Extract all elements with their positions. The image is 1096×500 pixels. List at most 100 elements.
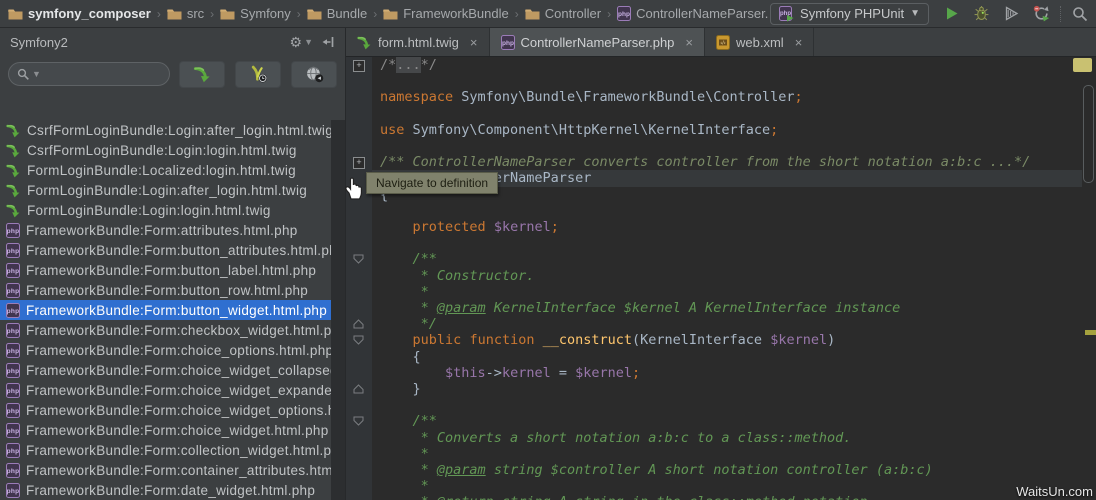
code-token: * Constructor. <box>380 268 534 284</box>
breadcrumb-item[interactable]: Controller <box>525 6 601 21</box>
code-token: */ <box>421 57 437 73</box>
routes-filter-button[interactable] <box>291 61 337 88</box>
code-token: (KernelInterface <box>632 332 770 348</box>
warning-stripe-mark[interactable] <box>1085 330 1096 335</box>
code-line: protected $kernel; <box>372 219 1082 236</box>
controllers-filter-button[interactable] <box>235 61 281 88</box>
fold-down-icon[interactable] <box>353 254 364 264</box>
run-button[interactable] <box>943 5 960 22</box>
code-token: $this <box>445 365 486 381</box>
list-item[interactable]: CsrfFormLoginBundle:Login:login.html.twi… <box>0 140 332 160</box>
list-item[interactable]: phpFrameworkBundle:Form:button_attribute… <box>0 240 332 260</box>
globe-icon <box>305 65 324 83</box>
inspections-indicator[interactable] <box>1073 58 1092 72</box>
list-item[interactable]: phpFrameworkBundle:Form:collection_widge… <box>0 440 332 460</box>
svg-text:php: php <box>7 228 20 235</box>
php-file-icon: php <box>6 223 20 238</box>
play-icon <box>944 6 959 21</box>
list-item[interactable]: phpFrameworkBundle:Form:checkbox_widget.… <box>0 320 332 340</box>
file-label: CsrfFormLoginBundle:Login:after_login.ht… <box>27 123 332 138</box>
search-everywhere-button[interactable] <box>1071 5 1088 22</box>
editor-scrollbar[interactable] <box>1083 85 1094 183</box>
list-item[interactable]: FormLoginBundle:Localized:login.html.twi… <box>0 160 332 180</box>
close-icon[interactable]: × <box>685 35 693 50</box>
svg-text:php: php <box>7 308 20 315</box>
tab-web-xml[interactable]: ‹/›web.xml× <box>705 28 814 56</box>
breadcrumb: symfony_composer›src›Symfony›Bundle›Fram… <box>8 6 768 21</box>
file-label: FormLoginBundle:Localized:login.html.twi… <box>27 163 296 178</box>
close-icon[interactable]: × <box>470 35 478 50</box>
toolbar-run-actions <box>943 5 1050 22</box>
breadcrumb-item[interactable]: Symfony <box>220 6 291 21</box>
code-token: namespace <box>380 89 453 105</box>
file-label: FrameworkBundle:Form:button_widget.html.… <box>26 303 327 318</box>
code-token: * <box>380 284 429 300</box>
list-item[interactable]: phpFrameworkBundle:Form:choice_widget_co… <box>0 360 332 380</box>
code-token: $kernel <box>770 332 827 348</box>
breadcrumb-item[interactable]: phpControllerNameParser. <box>617 6 768 21</box>
breadcrumb-item[interactable]: Bundle <box>307 6 367 21</box>
breadcrumb-item[interactable]: src <box>167 6 204 21</box>
code-token <box>380 365 445 381</box>
svg-text:php: php <box>7 268 20 275</box>
hide-panel-button[interactable] <box>321 35 335 49</box>
folder-icon <box>220 7 235 20</box>
profile-button[interactable] <box>1033 5 1050 22</box>
code-token: * <box>380 300 437 316</box>
code-token: Symfony\Component\HttpKernel\KernelInter… <box>404 122 770 138</box>
list-item[interactable]: phpFrameworkBundle:Form:choice_widget_ex… <box>0 380 332 400</box>
code-token: ; <box>632 365 640 381</box>
list-item[interactable]: phpFrameworkBundle:Form:button_label.htm… <box>0 260 332 280</box>
code-line <box>372 235 1082 252</box>
tab-controllernameparser-php[interactable]: phpControllerNameParser.php× <box>490 28 706 56</box>
gear-icon[interactable]: ⚙ <box>290 34 303 51</box>
list-item[interactable]: FormLoginBundle:Login:login.html.twig <box>0 200 332 220</box>
fold-down-icon[interactable] <box>353 335 364 345</box>
php-file-icon: php <box>6 343 20 358</box>
svg-text:php: php <box>7 368 20 375</box>
php-file-icon: php <box>6 363 20 378</box>
close-icon[interactable]: × <box>795 35 803 50</box>
list-item[interactable]: phpFrameworkBundle:Form:choice_widget.ht… <box>0 420 332 440</box>
twig-icon <box>6 183 21 198</box>
list-item[interactable]: FormLoginBundle:Login:after_login.html.t… <box>0 180 332 200</box>
list-item[interactable]: phpFrameworkBundle:Form:container_attrib… <box>0 460 332 480</box>
symfony2-tool-window: Symfony2 ⚙ ▼ ▼ CsrfFormLoginBundle:Login… <box>0 28 346 500</box>
run-with-coverage-button[interactable] <box>1003 5 1020 22</box>
tab-form-html-twig[interactable]: form.html.twig× <box>346 28 490 56</box>
editor[interactable]: ++ /*...*/namespace Symfony\Bundle\Frame… <box>346 57 1096 500</box>
breadcrumb-label: FrameworkBundle <box>403 6 509 21</box>
php-file-icon: php <box>6 263 20 278</box>
svg-text:php: php <box>618 11 630 18</box>
fold-down-icon[interactable] <box>353 416 364 426</box>
list-item[interactable]: phpFrameworkBundle:Form:button_row.html.… <box>0 280 332 300</box>
fold-expand-icon[interactable]: + <box>353 60 365 72</box>
file-label: FormLoginBundle:Login:after_login.html.t… <box>27 183 307 198</box>
code-token: $kernel <box>494 219 551 235</box>
file-label: FormLoginBundle:Login:login.html.twig <box>27 203 271 218</box>
code-line <box>372 73 1082 90</box>
chevron-down-icon: ▼ <box>910 8 920 19</box>
list-item[interactable]: php FrameworkBundle:Form:button_widget.ht… <box>0 300 332 320</box>
controller-clock-icon <box>249 65 268 83</box>
code-token <box>486 219 494 235</box>
list-item[interactable]: php FrameworkBundle:Form:choice_options.h… <box>0 340 332 360</box>
php-file-icon: php <box>6 483 20 498</box>
list-item[interactable]: CsrfFormLoginBundle:Login:after_login.ht… <box>0 120 332 140</box>
fold-up-icon[interactable] <box>353 319 364 329</box>
fold-up-icon[interactable] <box>353 384 364 394</box>
breadcrumb-item[interactable]: symfony_composer <box>8 6 151 21</box>
fold-expand-icon[interactable]: + <box>353 157 365 169</box>
list-item[interactable]: phpFrameworkBundle:Form:attributes.html.… <box>0 220 332 240</box>
run-config-select[interactable]: php Symfony PHPUnit ▼ <box>770 3 929 25</box>
templates-filter-button[interactable] <box>179 61 225 88</box>
list-item[interactable]: phpFrameworkBundle:Form:date_widget.html… <box>0 480 332 500</box>
php-file-icon: php <box>6 303 20 318</box>
panel-search-input[interactable]: ▼ <box>8 62 170 86</box>
breadcrumb-item[interactable]: FrameworkBundle <box>383 6 509 21</box>
panel-filter-buttons <box>179 61 337 88</box>
file-label: FrameworkBundle:Form:choice_options.html… <box>26 343 332 358</box>
list-item[interactable]: phpFrameworkBundle:Form:choice_widget_op… <box>0 400 332 420</box>
code-token: * <box>380 446 429 462</box>
debug-button[interactable] <box>973 5 990 22</box>
